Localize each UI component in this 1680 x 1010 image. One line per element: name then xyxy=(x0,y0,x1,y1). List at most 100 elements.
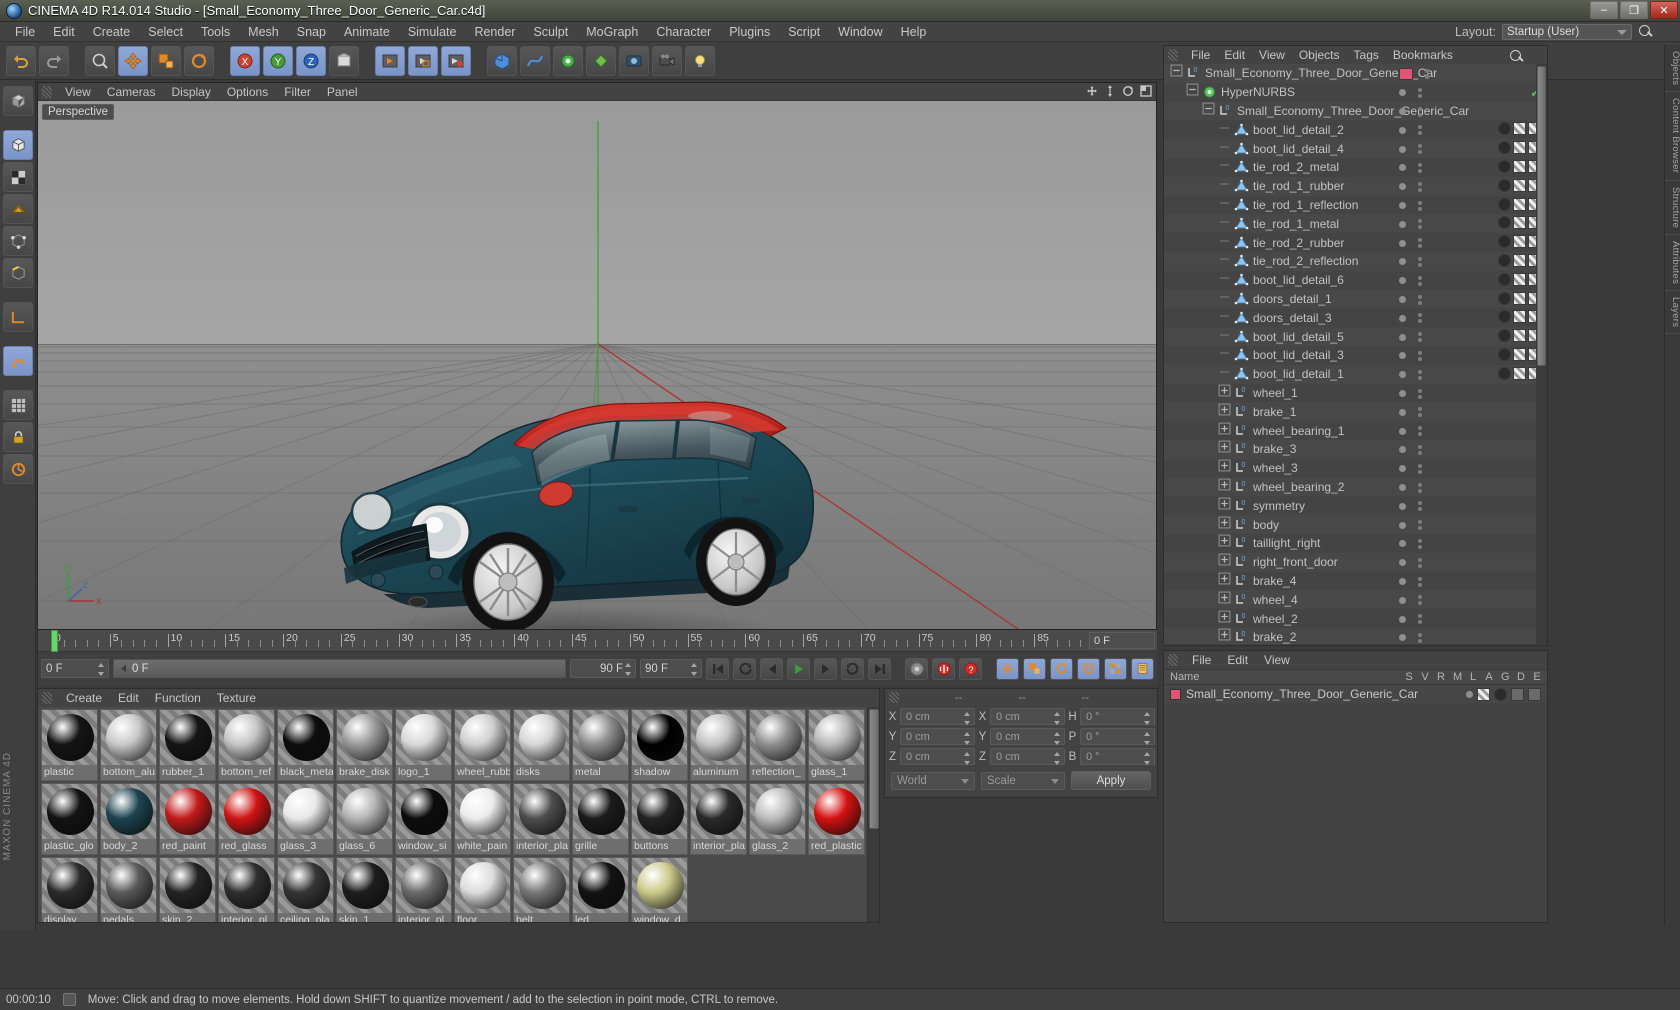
viewport-menu-display[interactable]: Display xyxy=(163,84,218,100)
render-region-button[interactable] xyxy=(408,45,438,76)
render-visibility-dots-icon[interactable] xyxy=(1418,595,1422,606)
object-row[interactable]: boot_lid_detail_4 xyxy=(1164,139,1547,158)
coord-field-rotation-B[interactable]: 0 ° xyxy=(1080,748,1155,765)
menu-item-character[interactable]: Character xyxy=(647,23,720,41)
panel-grip-icon[interactable] xyxy=(42,85,52,98)
dock-tab-attributes[interactable]: Attributes xyxy=(1665,235,1680,291)
render-visibility-dots-icon[interactable] xyxy=(1418,313,1422,324)
render-visibility-dots-icon[interactable] xyxy=(1418,181,1422,192)
material-menu-create[interactable]: Create xyxy=(58,690,110,706)
material-cell[interactable]: floor xyxy=(454,857,511,922)
render-visibility-dots-icon[interactable] xyxy=(1418,219,1422,230)
rotate-tool-button[interactable] xyxy=(184,45,214,76)
material-cell[interactable]: aluminum xyxy=(690,709,747,781)
attribute-row[interactable]: Small_Economy_Three_Door_Generic_Car xyxy=(1164,685,1547,703)
object-row[interactable]: 0 wheel_1 xyxy=(1164,383,1547,403)
material-cell[interactable]: glass_3 xyxy=(277,783,334,855)
menu-item-edit[interactable]: Edit xyxy=(44,23,84,41)
current-frame-field[interactable]: 0 F xyxy=(41,659,109,678)
minimize-button[interactable]: – xyxy=(1590,1,1618,19)
model-mode-button[interactable] xyxy=(3,130,33,160)
material-cell[interactable]: body_2 xyxy=(100,783,157,855)
step-forward-button[interactable] xyxy=(814,657,837,680)
tree-expander-plus-icon[interactable] xyxy=(1218,591,1234,609)
material-cell[interactable]: logo_1 xyxy=(395,709,452,781)
go-to-start-button[interactable] xyxy=(706,657,729,680)
lock-axis-button[interactable] xyxy=(3,422,33,452)
key-rotation-button[interactable] xyxy=(1050,657,1073,680)
editor-visibility-dot-icon[interactable] xyxy=(1399,183,1406,191)
material-cell[interactable]: metal xyxy=(572,709,629,781)
material-cell[interactable]: red_plastic xyxy=(808,783,865,855)
edge-mode-button[interactable] xyxy=(3,258,33,288)
flag-icon[interactable] xyxy=(1511,687,1524,701)
editor-visibility-dot-icon[interactable] xyxy=(1399,314,1406,322)
tree-expander-minus-icon[interactable] xyxy=(1202,102,1218,120)
y-axis-lock-button[interactable]: Y xyxy=(263,45,293,76)
material-cell[interactable]: skin_2 xyxy=(159,857,216,922)
menu-item-help[interactable]: Help xyxy=(892,23,936,41)
add-camera-button[interactable] xyxy=(652,45,682,76)
object-row[interactable]: boot_lid_detail_2 xyxy=(1164,120,1547,140)
x-axis-lock-button[interactable]: X xyxy=(230,45,260,76)
play-next-key-button[interactable] xyxy=(841,657,864,680)
object-menu-objects[interactable]: Objects xyxy=(1292,47,1347,63)
coord-field-size-Y[interactable]: 0 cm xyxy=(990,728,1065,745)
maximize-button[interactable]: ❐ xyxy=(1620,1,1648,19)
editor-visibility-dot-icon[interactable] xyxy=(1399,634,1406,642)
object-row[interactable]: 0 wheel_bearing_2 xyxy=(1164,477,1547,497)
panel-grip-icon[interactable] xyxy=(42,692,52,704)
object-row[interactable]: 0 symmetry xyxy=(1164,496,1547,516)
flag2-icon[interactable] xyxy=(1528,687,1541,701)
key-position-button[interactable] xyxy=(996,657,1019,680)
material-tag-icon[interactable] xyxy=(1513,291,1526,305)
viewport-3d-canvas[interactable]: Perspective Y X Z xyxy=(38,101,1156,629)
render-settings-button[interactable] xyxy=(441,45,471,76)
material-cell[interactable]: white_pain xyxy=(454,783,511,855)
material-cell[interactable]: grille xyxy=(572,783,629,855)
render-visibility-dots-icon[interactable] xyxy=(1418,388,1422,399)
object-row[interactable]: tie_rod_2_metal xyxy=(1164,157,1547,177)
object-tree-scrollbar[interactable] xyxy=(1536,64,1547,644)
editor-visibility-dot-icon[interactable] xyxy=(1399,277,1406,285)
material-cell[interactable]: interior_pl xyxy=(218,857,275,922)
material-tag-icon[interactable] xyxy=(1513,122,1526,136)
visibility-dot-icon[interactable] xyxy=(1466,690,1473,698)
material-scroll-thumb[interactable] xyxy=(869,709,879,829)
maximize-view-icon[interactable] xyxy=(1140,85,1152,97)
material-cell[interactable]: shadow xyxy=(631,709,688,781)
record-active-objects-button[interactable] xyxy=(905,657,928,680)
render-visibility-dots-icon[interactable] xyxy=(1418,144,1422,155)
render-visibility-dots-icon[interactable] xyxy=(1418,332,1422,343)
polygon-mode-button[interactable] xyxy=(3,194,33,224)
material-cell[interactable]: glass_6 xyxy=(336,783,393,855)
object-row[interactable]: 0 right_front_door xyxy=(1164,552,1547,572)
car-3d-model[interactable] xyxy=(318,316,818,629)
render-visibility-dots-icon[interactable] xyxy=(1418,482,1422,493)
object-row[interactable]: doors_detail_3 xyxy=(1164,308,1547,328)
material-cell[interactable]: window_d xyxy=(631,857,688,922)
material-cell[interactable]: rubber_1 xyxy=(159,709,216,781)
object-row[interactable]: 0 brake_4 xyxy=(1164,571,1547,591)
add-scene-object-button[interactable] xyxy=(619,45,649,76)
object-row[interactable]: 0 Small_Economy_Three_Door_Generic_Car xyxy=(1164,64,1547,83)
material-cell[interactable]: reflection_ xyxy=(749,709,806,781)
menu-item-mograph[interactable]: MoGraph xyxy=(577,23,647,41)
object-tree[interactable]: 0 Small_Economy_Three_Door_Generic_Car Hyp… xyxy=(1164,64,1547,644)
dock-tab-objects[interactable]: Objects xyxy=(1665,45,1680,93)
editor-visibility-dot-icon[interactable] xyxy=(1399,126,1406,134)
enable-snap-button[interactable] xyxy=(3,346,33,376)
render-visibility-dots-icon[interactable] xyxy=(1418,632,1422,643)
menu-item-simulate[interactable]: Simulate xyxy=(399,23,466,41)
material-tag-icon[interactable] xyxy=(1513,272,1526,286)
material-tag-icon[interactable] xyxy=(1513,216,1526,230)
timeline-options-button[interactable] xyxy=(1131,657,1154,680)
add-deformer-button[interactable] xyxy=(586,45,616,76)
material-grid[interactable]: plastic bottom_alu rubber_1 bottom_ref black… xyxy=(38,707,879,922)
material-scrollbar[interactable] xyxy=(867,707,879,922)
grid-snap-button[interactable] xyxy=(3,390,33,420)
tree-expander-plus-icon[interactable] xyxy=(1218,553,1234,571)
layer-tag-icon[interactable] xyxy=(1494,687,1507,701)
editor-visibility-dot-icon[interactable] xyxy=(1399,502,1406,510)
step-back-button[interactable] xyxy=(760,657,783,680)
